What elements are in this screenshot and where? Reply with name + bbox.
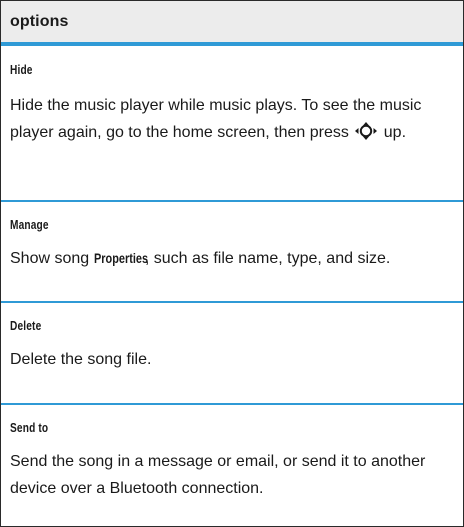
option-description-delete: Delete the song file. xyxy=(10,351,152,368)
table-header-label: options xyxy=(10,13,69,30)
table-header: options xyxy=(1,0,463,42)
options-table: options Hide Hide the music player while… xyxy=(0,0,464,527)
option-name-send-to: Send to xyxy=(10,420,49,435)
option-name-hide: Hide xyxy=(10,62,33,77)
option-description-hide: Hide the music player while music plays.… xyxy=(10,92,458,146)
option-description-manage-suffix: , such as file name, type, and size. xyxy=(144,250,391,267)
header-divider xyxy=(1,42,463,46)
option-description-manage-prefix: Show song xyxy=(10,250,90,267)
row-divider xyxy=(1,403,463,405)
option-description-hide-suffix: up. xyxy=(383,124,407,141)
option-name-manage: Manage xyxy=(10,217,49,232)
option-name-delete: Delete xyxy=(10,318,42,333)
row-divider xyxy=(1,200,463,202)
properties-term: Properties xyxy=(93,250,148,266)
nav-key-up-icon xyxy=(353,122,379,140)
option-description-manage: Show song Properties, such as file name,… xyxy=(10,245,458,272)
row-divider xyxy=(1,301,463,303)
option-description-send-to: Send the song in a message or email, or … xyxy=(10,453,426,497)
